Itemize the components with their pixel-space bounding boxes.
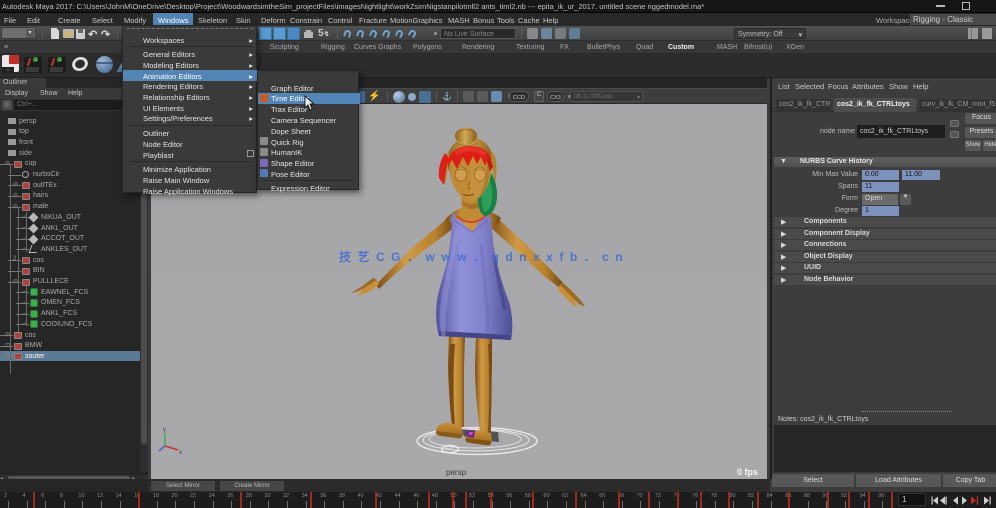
svg-text:persp: persp	[446, 468, 467, 477]
svg-text:0 fps: 0 fps	[737, 467, 758, 477]
svg-text:y: y	[163, 427, 166, 433]
svg-text:x: x	[179, 450, 182, 456]
